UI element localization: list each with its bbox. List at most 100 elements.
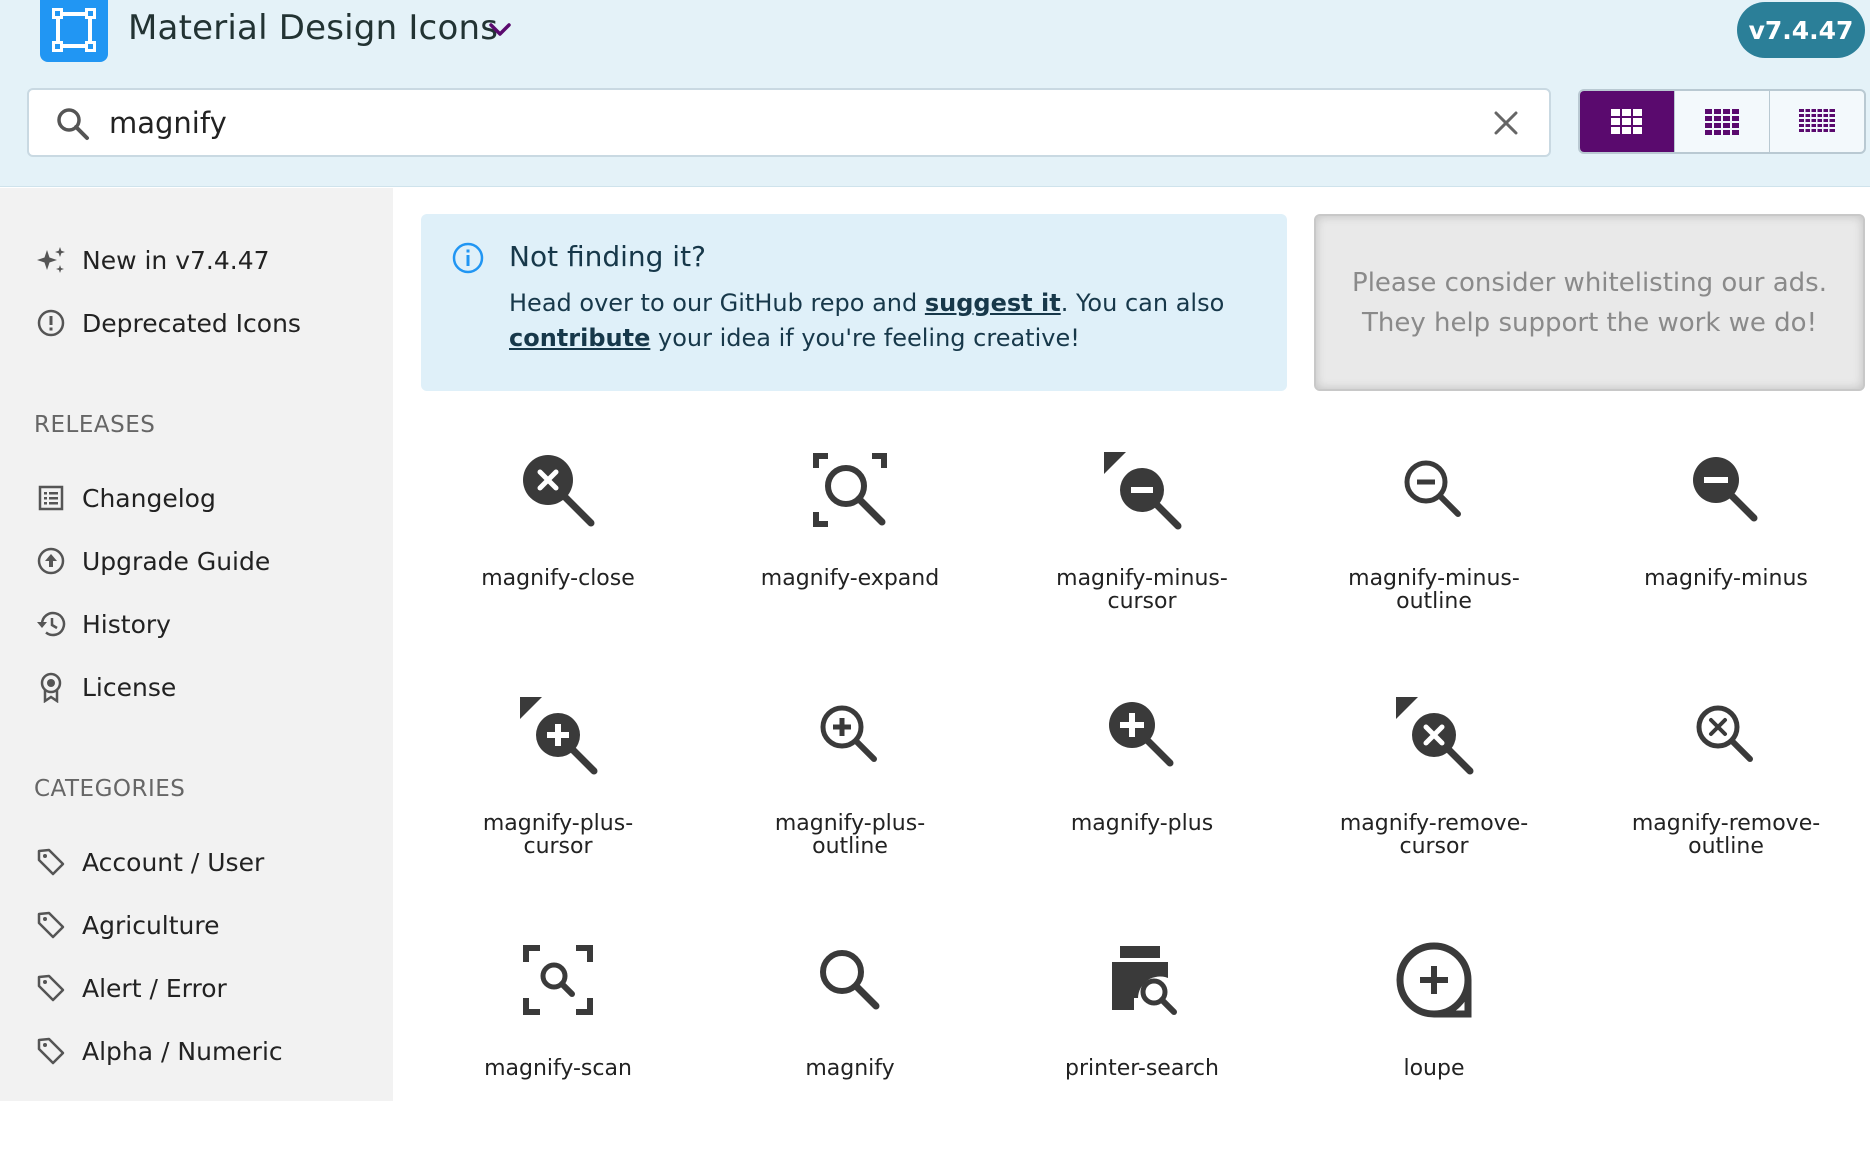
- sidebar-item-new[interactable]: New in v7.4.47: [34, 240, 374, 280]
- icon-card-loupe[interactable]: loupe: [1288, 940, 1580, 1170]
- search-box[interactable]: [27, 88, 1551, 157]
- magnify-minus-cursor-icon: [1104, 452, 1182, 530]
- sidebar-item-label: Alert / Error: [82, 973, 227, 1003]
- tag-icon: [34, 908, 68, 942]
- arrow-up-circle-icon: [34, 544, 68, 578]
- grid-small-icon: [1799, 108, 1835, 135]
- view-large-grid-button[interactable]: [1580, 91, 1675, 152]
- view-mode-toggle: [1578, 89, 1866, 154]
- sidebar-item-changelog[interactable]: Changelog: [34, 478, 374, 518]
- list-icon: [34, 481, 68, 515]
- sidebar-item-alert-error[interactable]: Alert / Error: [34, 968, 374, 1008]
- icon-card-magnify-minus-cursor[interactable]: magnify-minus- cursor: [996, 450, 1288, 680]
- sidebar-item-label: Alpha / Numeric: [82, 1036, 283, 1066]
- ad-placeholder: Please consider whitelisting our ads. Th…: [1314, 214, 1865, 391]
- icon-card-magnify-remove-cursor[interactable]: magnify-remove- cursor: [1288, 695, 1580, 925]
- sidebar-item-upgrade-guide[interactable]: Upgrade Guide: [34, 541, 374, 581]
- close-icon[interactable]: [1492, 109, 1520, 137]
- loupe-icon: [1396, 942, 1472, 1018]
- icon-label: magnify-close: [481, 566, 635, 591]
- sidebar-item-account-user[interactable]: Account / User: [34, 842, 374, 882]
- magnify-plus-outline-icon: [820, 705, 877, 762]
- icon-label: magnify-plus- cursor: [482, 811, 634, 859]
- tag-icon: [34, 845, 68, 879]
- sidebar-item-label: History: [82, 609, 171, 639]
- sidebar-item-label: Account / User: [82, 847, 265, 877]
- sidebar-item-license[interactable]: License: [34, 667, 374, 707]
- icon-card-magnify-plus[interactable]: magnify-plus: [996, 695, 1288, 925]
- app-logo[interactable]: [40, 0, 108, 62]
- view-small-grid-button[interactable]: [1770, 91, 1864, 152]
- icon-label: magnify-minus- cursor: [1056, 566, 1228, 614]
- certificate-icon: [34, 670, 68, 704]
- grid-medium-icon: [1705, 108, 1739, 135]
- sidebar-item-deprecated[interactable]: Deprecated Icons: [34, 303, 374, 343]
- magnify-remove-outline-icon: [1696, 705, 1753, 762]
- not-finding-notice: Not finding it? Head over to our GitHub …: [421, 214, 1287, 391]
- icon-card-magnify-scan[interactable]: magnify-scan: [412, 940, 704, 1170]
- icon-card-magnify-close[interactable]: magnify-close: [412, 450, 704, 680]
- icon-label: magnify-remove- cursor: [1339, 811, 1529, 859]
- search-input[interactable]: [107, 100, 1447, 146]
- icon-card-magnify-plus-cursor[interactable]: magnify-plus- cursor: [412, 695, 704, 925]
- notice-body: Head over to our GitHub repo and suggest…: [509, 286, 1269, 356]
- icon-label: magnify: [805, 1056, 895, 1081]
- icon-label: loupe: [1403, 1056, 1465, 1081]
- search-icon: [57, 108, 89, 140]
- sidebar-item-label: License: [82, 672, 177, 702]
- magnify-minus-outline-icon: [1404, 460, 1461, 517]
- icon-label: magnify-scan: [484, 1056, 632, 1081]
- info-icon: [452, 242, 484, 274]
- icon-label: magnify-plus- outline: [774, 811, 926, 859]
- logo-icon: [52, 8, 96, 52]
- magnify-expand-icon: [813, 453, 887, 527]
- icon-card-magnify[interactable]: magnify: [704, 940, 996, 1170]
- chevron-down-icon[interactable]: [484, 14, 516, 46]
- printer-search-icon: [1112, 946, 1177, 1015]
- icon-card-magnify-expand[interactable]: magnify-expand: [704, 450, 996, 680]
- magnify-scan-icon: [523, 945, 593, 1015]
- magnify-remove-cursor-icon: [1396, 697, 1474, 775]
- top-header: Material Design Icons v7.4.47: [0, 0, 1870, 187]
- contribute-link[interactable]: contribute: [509, 324, 650, 352]
- icon-label: magnify-minus- outline: [1348, 566, 1520, 614]
- app-title[interactable]: Material Design Icons: [128, 8, 498, 48]
- view-medium-grid-button[interactable]: [1675, 91, 1770, 152]
- magnify-plus-icon: [1109, 702, 1174, 767]
- categories-heading: CATEGORIES: [34, 776, 186, 802]
- icon-card-printer-search[interactable]: printer-search: [996, 940, 1288, 1170]
- icon-card-magnify-minus-outline[interactable]: magnify-minus- outline: [1288, 450, 1580, 680]
- sidebar-item-alpha-numeric[interactable]: Alpha / Numeric: [34, 1031, 374, 1071]
- sidebar-item-label: Agriculture: [82, 910, 220, 940]
- icon-label: magnify-minus: [1644, 566, 1808, 591]
- magnify-icon: [820, 950, 880, 1010]
- sidebar-item-label: New in v7.4.47: [82, 245, 270, 275]
- notice-text: Head over to our GitHub repo and: [509, 289, 925, 317]
- icon-label: magnify-expand: [760, 566, 940, 591]
- tag-icon: [34, 1034, 68, 1068]
- icon-label: magnify-remove- outline: [1631, 811, 1821, 859]
- alert-circle-icon: [34, 306, 68, 340]
- icon-card-magnify-remove-outline[interactable]: magnify-remove- outline: [1580, 695, 1870, 925]
- tag-icon: [34, 971, 68, 1005]
- suggest-it-link[interactable]: suggest it: [925, 289, 1061, 317]
- sidebar-item-label: Upgrade Guide: [82, 546, 271, 576]
- icon-label: printer-search: [1065, 1056, 1219, 1081]
- magnify-plus-cursor-icon: [520, 697, 598, 775]
- sidebar-item-label: Changelog: [82, 483, 216, 513]
- notice-title: Not finding it?: [509, 240, 706, 273]
- sidebar-item-agriculture[interactable]: Agriculture: [34, 905, 374, 945]
- magnify-minus-icon: [1693, 457, 1758, 522]
- version-badge[interactable]: v7.4.47: [1737, 2, 1865, 58]
- grid-large-icon: [1611, 108, 1642, 134]
- icon-card-magnify-plus-outline[interactable]: magnify-plus- outline: [704, 695, 996, 925]
- sidebar-item-history[interactable]: History: [34, 604, 374, 644]
- notice-text: . You can also: [1060, 289, 1225, 317]
- magnify-close-icon: [523, 455, 595, 527]
- notice-text: your idea if you're feeling creative!: [650, 324, 1080, 352]
- icon-label: magnify-plus: [1070, 811, 1214, 836]
- icon-card-magnify-minus[interactable]: magnify-minus: [1580, 450, 1870, 680]
- sidebar: New in v7.4.47 Deprecated Icons RELEASES…: [0, 188, 393, 1101]
- history-icon: [34, 607, 68, 641]
- sparkles-icon: [34, 243, 68, 277]
